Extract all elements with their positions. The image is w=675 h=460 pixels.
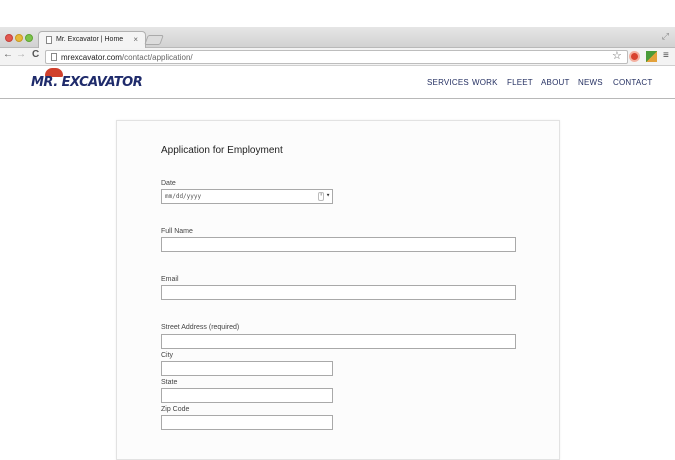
tab-title: Mr. Excavator | Home [56,36,124,43]
form-title: Application for Employment [161,145,283,156]
bookmark-star-icon[interactable]: ☆ [612,49,622,62]
window-close-button[interactable] [5,34,13,42]
page-icon [51,53,57,61]
back-arrow-icon[interactable]: ← [3,49,13,60]
page-icon [46,36,52,44]
url-text: mrexcavator.com/contact/application/ [61,53,193,62]
forward-arrow-icon[interactable]: → [16,49,26,60]
nav-services[interactable]: SERVICES [427,78,469,87]
nav-about[interactable]: ABOUT [541,78,570,87]
city-input[interactable] [161,361,333,376]
email-input[interactable] [161,285,516,300]
window-maximize-button[interactable] [25,34,33,42]
nav-contact[interactable]: CONTACT [613,78,652,87]
state-label: State [161,379,178,386]
date-label: Date [161,180,176,187]
extension-icon[interactable] [629,51,640,62]
full-name-input[interactable] [161,237,516,252]
reload-icon[interactable]: C [32,49,39,60]
zip-code-input[interactable] [161,415,333,430]
extension-icon[interactable] [646,51,657,62]
site-logo[interactable]: MR. EXCAVATOR [31,75,143,90]
full-name-label: Full Name [161,228,193,235]
window-minimize-button[interactable] [15,34,23,42]
nav-work[interactable]: WORK [472,78,498,87]
date-spinner-icon[interactable]: ⬍ [318,192,324,201]
browser-toolbar: ← → C mrexcavator.com/contact/applicatio… [0,48,675,66]
city-label: City [161,352,174,359]
browser-menu-icon[interactable]: ≡ [663,50,669,61]
fullscreen-icon[interactable]: ⤢ [662,31,669,42]
tab-close-icon[interactable]: × [133,35,138,44]
email-label: Email [161,276,179,283]
desktop-background [0,0,675,27]
date-placeholder: mm/dd/yyyy [165,193,202,200]
browser-tab[interactable]: Mr. Excavator | Home × [38,31,146,48]
nav-news[interactable]: NEWS [578,78,603,87]
street-address-label: Street Address (required) [161,324,240,331]
street-address-input[interactable] [161,334,516,349]
nav-fleet[interactable]: FLEET [507,78,533,87]
site-header: MR. EXCAVATOR SERVICES WORK FLEET ABOUT … [0,66,675,99]
state-input[interactable] [161,388,333,403]
date-dropdown-icon[interactable]: ▾ [326,191,330,199]
zip-code-label: Zip Code [161,406,190,413]
address-bar[interactable]: mrexcavator.com/contact/application/ [45,50,628,64]
date-input[interactable]: mm/dd/yyyy ⬍ ▾ [161,189,333,204]
